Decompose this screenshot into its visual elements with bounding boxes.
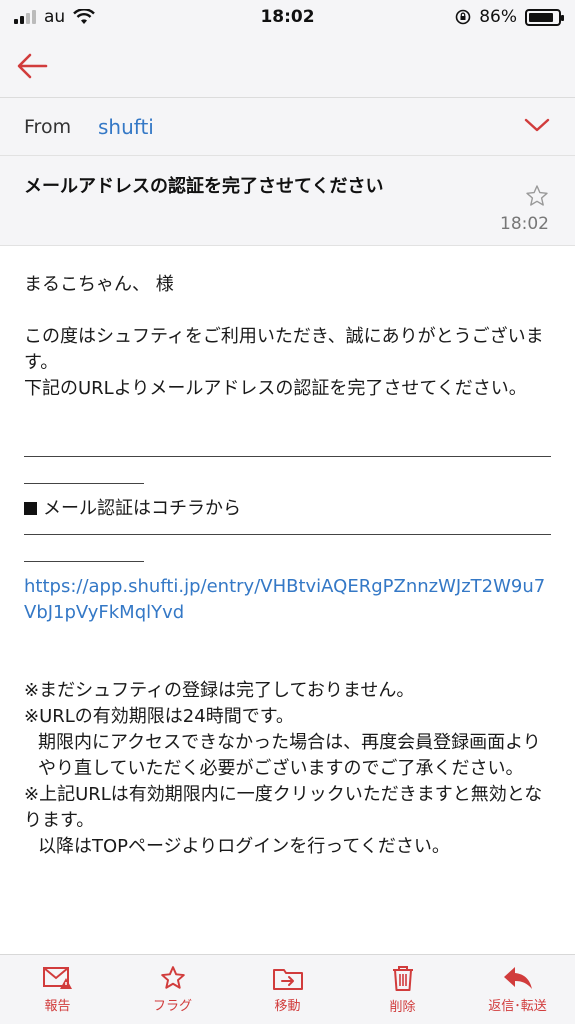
intro-line-2: 下記のURLよりメールアドレスの認証を完了させてください。 <box>24 378 527 399</box>
note-4: ※上記URLは有効期限内に一度クリックいただきますと無効となります。 <box>24 784 543 831</box>
subject-box: メールアドレスの認証を完了させてください 18:02 <box>0 156 575 246</box>
divider <box>24 456 551 457</box>
trash-icon <box>392 966 413 991</box>
back-button[interactable] <box>14 48 50 84</box>
report-label: 報告 <box>44 999 71 1014</box>
bottom-toolbar: 報告 フラグ 移動 削除 返信･転送 <box>0 954 575 1024</box>
reply-icon <box>503 967 532 989</box>
note-1: ※まだシュフティの登録は完了しておりません。 <box>24 680 415 701</box>
report-mail-icon <box>42 967 72 989</box>
delete-label: 削除 <box>389 1000 416 1015</box>
status-bar: au 18:02 86% <box>0 0 575 34</box>
wifi-icon <box>73 9 96 24</box>
move-label: 移動 <box>274 999 301 1014</box>
flag-button[interactable]: フラグ <box>123 965 223 1014</box>
expand-details-button[interactable] <box>523 116 551 138</box>
star-outline-icon <box>160 966 185 989</box>
from-row: From shufti <box>0 98 575 156</box>
intro-line-1: この度はシュフティをご利用いただき、誠にありがとうございます。 <box>24 326 544 373</box>
cta-row: メール認証はコチラから <box>24 496 551 522</box>
mail-subject: メールアドレスの認証を完了させてください <box>24 176 384 197</box>
status-left: au <box>14 7 96 27</box>
divider-short <box>24 483 144 484</box>
nav-bar <box>0 34 575 98</box>
flag-label: フラグ <box>152 999 192 1014</box>
divider <box>24 534 551 535</box>
carrier-label: au <box>44 7 66 27</box>
folder-move-icon <box>272 969 303 990</box>
square-bullet-icon <box>24 502 37 515</box>
greeting: まるこちゃん、 様 <box>24 274 174 295</box>
divider-short <box>24 561 144 562</box>
chevron-down-icon <box>524 118 550 132</box>
note-5: 以降はTOPページよりログインを行ってください。 <box>38 836 450 857</box>
battery-fill <box>529 12 554 22</box>
rotation-lock-icon <box>455 9 471 25</box>
delete-button[interactable]: 削除 <box>353 964 453 1015</box>
verification-link[interactable]: https://app.shufti.jp/entry/VHBtviAQERgP… <box>24 574 551 626</box>
status-right: 86% <box>455 7 564 27</box>
star-button[interactable] <box>525 184 549 212</box>
mail-body: まるこちゃん、 様 この度はシュフティをご利用いただき、誠にありがとうございます… <box>0 246 575 860</box>
star-icon <box>526 185 548 206</box>
reply-label: 返信･転送 <box>488 999 547 1014</box>
note-3: 期限内にアクセスできなかった場合は、再度会員登録画面よりやり直していただく必要が… <box>38 732 541 779</box>
signal-icon <box>14 10 36 24</box>
mail-time: 18:02 <box>500 214 549 234</box>
cta-text: メール認証はコチラから <box>43 498 241 519</box>
note-2: ※URLの有効期限は24時間です。 <box>24 706 294 727</box>
reply-forward-button[interactable]: 返信･転送 <box>468 965 568 1014</box>
report-button[interactable]: 報告 <box>8 965 108 1014</box>
battery-percent: 86% <box>479 7 517 27</box>
arrow-left-icon <box>17 53 48 78</box>
from-label: From <box>24 115 72 138</box>
battery-icon <box>525 8 564 26</box>
sender-name[interactable]: shufti <box>98 115 154 139</box>
move-button[interactable]: 移動 <box>238 965 338 1014</box>
